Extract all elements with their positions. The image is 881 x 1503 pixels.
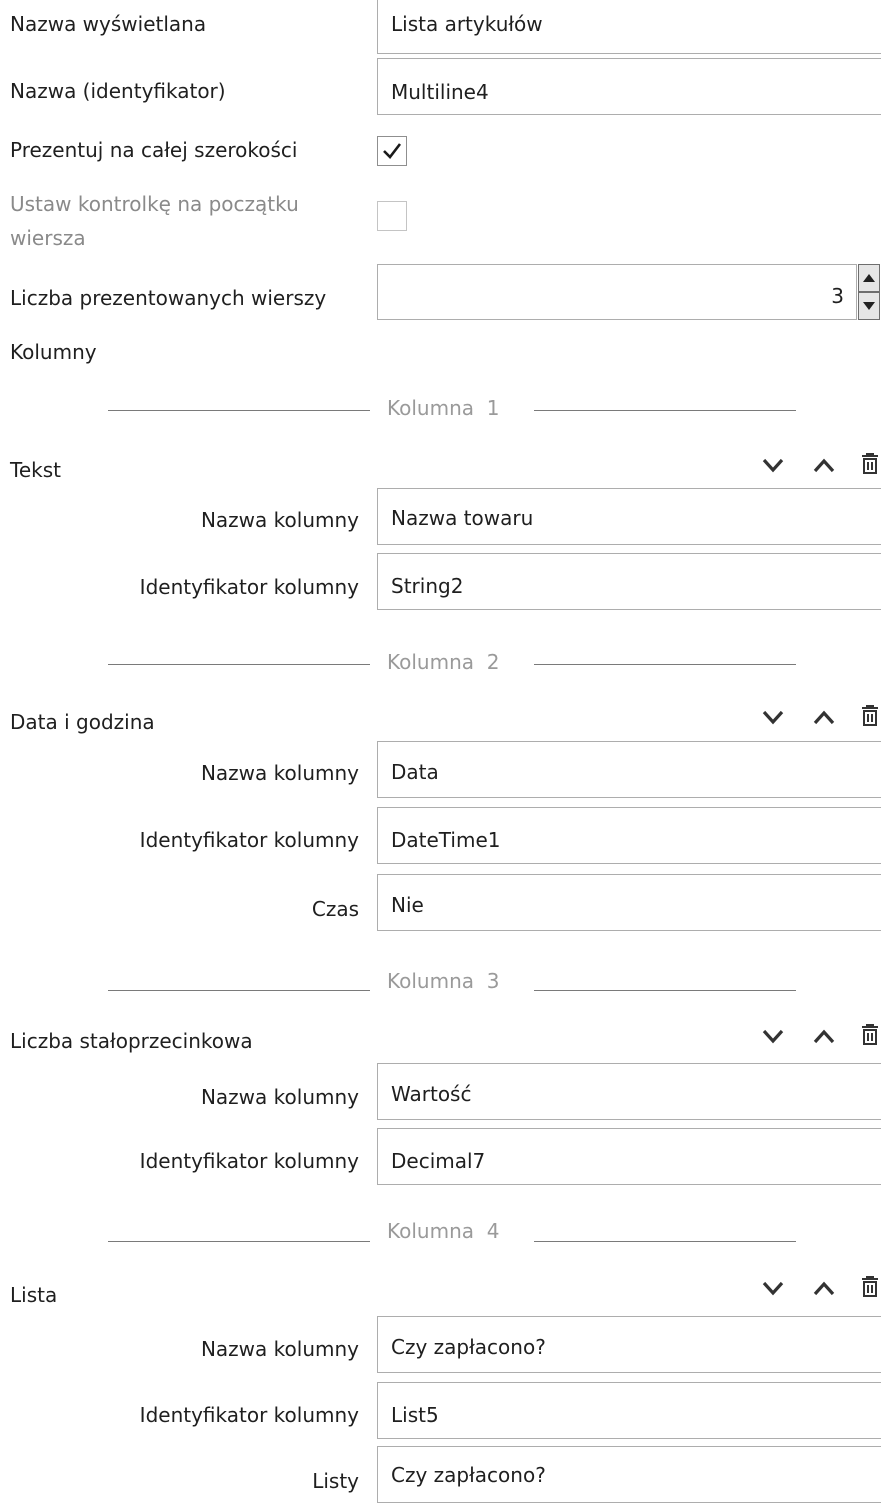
rows-count-value: 3 <box>831 284 844 308</box>
arrow-up-icon <box>863 274 875 282</box>
identifier-value: Multiline4 <box>391 80 489 104</box>
column-id-value: String2 <box>391 574 464 598</box>
chevron-up-icon[interactable] <box>812 1024 836 1048</box>
separator-line-left <box>108 990 370 991</box>
column-id-field[interactable]: Decimal7 <box>377 1128 881 1185</box>
display-name-field[interactable]: Lista artykułów <box>377 0 881 54</box>
column-id-label: Identyfikator kolumny <box>139 1149 359 1173</box>
chevron-up-icon[interactable] <box>812 1276 836 1300</box>
row-start-label: Ustaw kontrolkę na początku <box>10 192 299 216</box>
column-name-value: Wartość <box>391 1082 472 1106</box>
display-name-label: Nazwa wyświetlana <box>10 12 207 36</box>
time-select[interactable]: Nie <box>377 874 881 931</box>
full-width-label: Prezentuj na całej szerokości <box>10 138 298 162</box>
column-id-label: Identyfikator kolumny <box>139 828 359 852</box>
chevron-up-icon[interactable] <box>812 705 836 729</box>
separator-line-left <box>108 410 370 411</box>
column-type-label: Data i godzina <box>10 710 155 734</box>
time-label: Czas <box>311 897 359 921</box>
rows-count-input[interactable]: 3 <box>377 264 857 320</box>
identifier-label: Nazwa (identyfikator) <box>10 79 226 103</box>
full-width-checkbox[interactable] <box>377 136 407 166</box>
trash-icon[interactable] <box>858 451 881 475</box>
separator-line-right <box>534 990 796 991</box>
rows-count-label: Liczba prezentowanych wierszy <box>10 286 327 310</box>
display-name-value: Lista artykułów <box>391 12 543 36</box>
lists-label: Listy <box>312 1469 359 1493</box>
column-id-field[interactable]: DateTime1 <box>377 807 881 864</box>
column-id-field[interactable]: String2 <box>377 553 881 610</box>
column-id-label: Identyfikator kolumny <box>139 575 359 599</box>
separator-title: Kolumna 4 <box>387 1219 500 1243</box>
column-name-label: Nazwa kolumny <box>200 1085 359 1109</box>
trash-icon[interactable] <box>858 703 881 727</box>
column-type-label: Lista <box>10 1283 58 1307</box>
column-name-field[interactable]: Nazwa towaru <box>377 488 881 545</box>
separator-line-right <box>534 664 796 665</box>
trash-icon[interactable] <box>858 1022 881 1046</box>
separator-line-right <box>534 410 796 411</box>
column-id-value: Decimal7 <box>391 1149 486 1173</box>
separator-line-right <box>534 1241 796 1242</box>
column-id-field[interactable]: List5 <box>377 1382 881 1439</box>
row-start-checkbox[interactable] <box>377 201 407 231</box>
spin-down-button[interactable] <box>858 292 880 320</box>
column-name-value: Nazwa towaru <box>391 506 534 530</box>
column-type-label: Liczba stałoprzecinkowa <box>10 1029 253 1053</box>
column-id-value: List5 <box>391 1403 439 1427</box>
column-name-field[interactable]: Wartość <box>377 1063 881 1120</box>
chevron-down-icon[interactable] <box>761 1024 785 1048</box>
separator-line-left <box>108 664 370 665</box>
separator-line-left <box>108 1241 370 1242</box>
chevron-down-icon[interactable] <box>761 453 785 477</box>
chevron-up-icon[interactable] <box>812 453 836 477</box>
separator-title: Kolumna 2 <box>387 650 500 674</box>
column-name-label: Nazwa kolumny <box>200 1337 359 1361</box>
column-id-value: DateTime1 <box>391 828 501 852</box>
lists-select-value: Czy zapłacono? <box>391 1463 546 1487</box>
time-select-value: Nie <box>391 893 424 917</box>
identifier-field[interactable]: Multiline4 <box>377 58 881 115</box>
column-name-label: Nazwa kolumny <box>200 508 359 532</box>
column-name-value: Data <box>391 760 439 784</box>
arrow-down-icon <box>863 302 875 310</box>
chevron-down-icon[interactable] <box>761 1276 785 1300</box>
check-icon <box>383 143 402 159</box>
column-name-value: Czy zapłacono? <box>391 1335 546 1359</box>
column-name-field[interactable]: Czy zapłacono? <box>377 1316 881 1373</box>
chevron-down-icon[interactable] <box>761 705 785 729</box>
columns-label: Kolumny <box>10 340 97 364</box>
row-start-label-line2: wiersza <box>10 226 86 250</box>
column-name-field[interactable]: Data <box>377 741 881 798</box>
column-type-label: Tekst <box>10 458 61 482</box>
spin-up-button[interactable] <box>858 264 880 292</box>
lists-select[interactable]: Czy zapłacono? <box>377 1446 881 1503</box>
column-id-label: Identyfikator kolumny <box>139 1403 359 1427</box>
separator-title: Kolumna 3 <box>387 969 500 993</box>
trash-icon[interactable] <box>858 1274 881 1298</box>
separator-title: Kolumna 1 <box>387 396 500 420</box>
column-name-label: Nazwa kolumny <box>200 761 359 785</box>
